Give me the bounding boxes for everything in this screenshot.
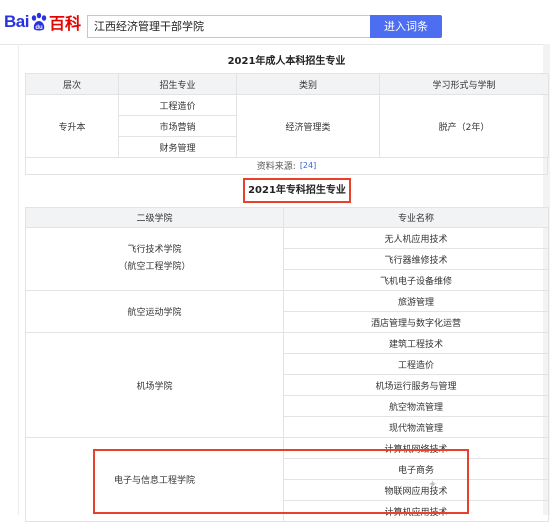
cell-study-mode: 脱产（2年） (379, 94, 549, 158)
header-major: 招生专业 (118, 73, 237, 95)
header-level: 层次 (25, 73, 119, 95)
cell-level: 专升本 (25, 94, 119, 158)
enter-entry-button[interactable]: 进入词条 (370, 15, 442, 38)
baidu-baike-logo[interactable]: Bai du 百科 (4, 9, 81, 35)
major-cell: 建筑工程技术 (283, 332, 549, 354)
college-cell: 机场学院 (25, 332, 284, 438)
adult-undergrad-table: 层次 招生专业 类别 学习形式与学制 专升本 工程造价 经济管理类 脱产（2年）… (25, 73, 549, 158)
highlight-box (93, 449, 469, 514)
baike-header: Bai du 百科 江西经济管理干部学院 进入词条 (0, 0, 550, 45)
college-cell: 飞行技术学院 （航空工程学院） (25, 227, 284, 291)
college-subname: （航空工程学院） (118, 262, 191, 272)
cell-major: 市场营销 (118, 115, 237, 137)
search-input[interactable]: 江西经济管理干部学院 (87, 15, 370, 38)
logo-text-bai: Bai (4, 12, 29, 31)
svg-text:du: du (35, 25, 43, 31)
cell-major: 工程造价 (118, 94, 237, 116)
cell-major: 财务管理 (118, 136, 237, 158)
major-cell: 航空物流管理 (283, 395, 549, 417)
left-divider (18, 44, 19, 515)
table1-caption: 2021年成人本科招生专业 (227, 56, 346, 67)
logo-text-baike: 百科 (48, 16, 81, 33)
source-note: 资料来源: [24] (25, 157, 548, 175)
major-cell: 旅游管理 (283, 290, 549, 312)
citation-link[interactable]: [24] (300, 161, 316, 170)
baidu-paw-icon: du (31, 12, 47, 31)
header-major-name: 专业名称 (283, 207, 549, 228)
major-cell: 无人机应用技术 (283, 227, 549, 249)
table2-caption: 2021年专科招生专业 (243, 178, 351, 203)
watermark-logo: ✦ (428, 478, 438, 491)
college-name: 飞行技术学院 (127, 245, 182, 255)
header-study-mode: 学习形式与学制 (379, 73, 549, 95)
major-cell: 酒店管理与数字化运营 (283, 311, 549, 333)
major-cell: 机场运行服务与管理 (283, 374, 549, 396)
header-category: 类别 (236, 73, 380, 95)
major-cell: 飞机电子设备维修 (283, 269, 549, 291)
major-cell: 工程造价 (283, 353, 549, 375)
source-label: 资料来源: (256, 162, 296, 172)
major-cell: 飞行器维修技术 (283, 248, 549, 270)
college-cell: 航空运动学院 (25, 290, 284, 333)
major-cell: 现代物流管理 (283, 416, 549, 438)
cell-category: 经济管理类 (236, 94, 380, 158)
header-college: 二级学院 (25, 207, 284, 228)
